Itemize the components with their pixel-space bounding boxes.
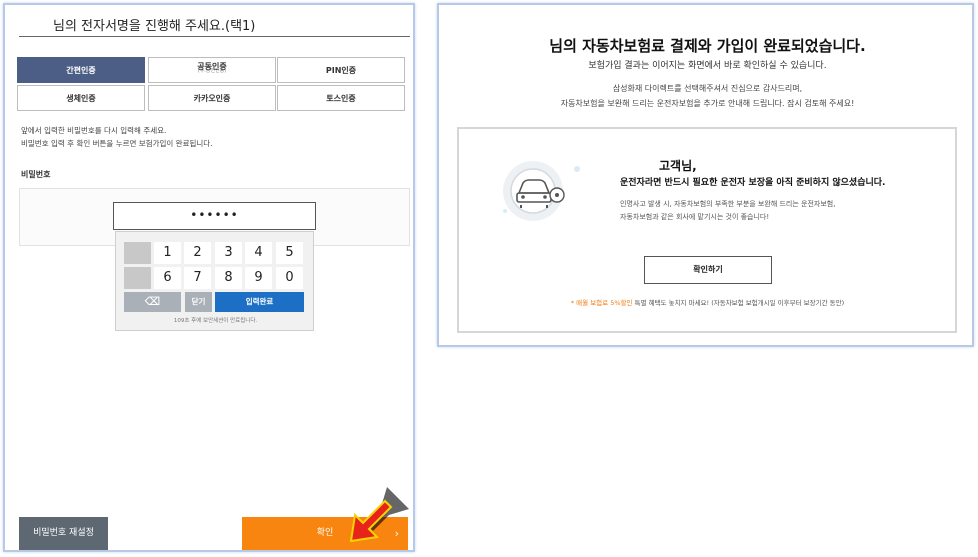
page-title: 님의 전자서명을 진행해 주세요.(택1) [53, 19, 256, 34]
reset-password-button[interactable]: 비밀번호 재설정 [19, 517, 108, 550]
keypad-close-button[interactable]: 닫기 [185, 292, 212, 312]
keypad-done-button[interactable]: 입력완료 [215, 292, 304, 312]
tab-joint-cert[interactable]: 공동인증 (구.공인인증) [148, 57, 276, 83]
keypad-key-6[interactable]: 6 [154, 267, 181, 289]
tab-biometric-auth[interactable]: 생체인증 [17, 85, 145, 111]
keypad-key-2[interactable]: 2 [184, 242, 211, 264]
keypad-blank-key [124, 267, 151, 289]
keypad-key-1[interactable]: 1 [154, 242, 181, 264]
confirm-button-label: 확인 [316, 528, 334, 538]
tab-kakao-auth[interactable]: 카카오인증 [148, 85, 276, 111]
promo-notice: * 매월 보험료 5%할인 특별 혜택도 놓치지 마세요! (자동차보험 보험개… [439, 297, 976, 307]
keypad-key-5[interactable]: 5 [276, 242, 303, 264]
promo-highlight: * 매월 보험료 5%할인 [570, 299, 633, 307]
keypad-blank-key [124, 242, 151, 264]
keypad-key-3[interactable]: 3 [215, 242, 242, 264]
keypad-key-8[interactable]: 8 [215, 267, 242, 289]
customer-greeting: 고객님, [659, 159, 697, 173]
tab-toss-auth[interactable]: 토스인증 [277, 85, 405, 111]
red-pointer-arrow-icon [349, 487, 409, 543]
completion-panel: 님의 자동차보험료 결제와 가입이 완료되었습니다. 보험가입 결과는 이어지는… [437, 3, 974, 347]
tab-joint-cert-sublabel: (구.공인인증) [197, 68, 227, 74]
password-label: 비밀번호 [21, 170, 51, 179]
tab-pin-auth[interactable]: PIN인증 [277, 57, 405, 83]
signature-panel: 님의 전자서명을 진행해 주세요.(택1) 간편인증 공동인증 (구.공인인증)… [3, 3, 415, 552]
keypad-key-4[interactable]: 4 [245, 242, 272, 264]
keypad-key-7[interactable]: 7 [184, 267, 211, 289]
backspace-icon: ⌫ [144, 295, 161, 308]
title-divider [19, 36, 410, 37]
session-timer-note: 109초 후에 보안세션이 만료됩니다. [173, 318, 258, 324]
driver-insurance-desc-2: 자동차보험과 같은 회사에 맡기시는 것이 좋습니다! [620, 213, 770, 221]
keypad-key-0[interactable]: 0 [276, 267, 303, 289]
promo-text: 특별 혜택도 놓치지 마세요! (자동차보험 보험개시일 이후부터 보장기간 동… [632, 299, 845, 307]
backspace-key[interactable]: ⌫ [124, 292, 181, 312]
driver-insurance-desc-1: 인명사고 발생 시, 자동차보험의 부족한 부분을 보완해 드리는 운전자보험, [620, 200, 836, 208]
thanks-line-2: 자동차보험을 보완해 드리는 운전자보험을 추가로 안내해 드립니다. 잠시 검… [560, 99, 855, 108]
notice-line-1: 앞에서 입력한 비밀번호를 다시 입력해 주세요. [21, 126, 167, 135]
check-button[interactable]: 확인하기 [644, 256, 772, 284]
car-icon [503, 161, 580, 221]
notice-line-2: 비밀번호 입력 후 확인 버튼을 누르면 보험가입이 완료됩니다. [21, 139, 213, 148]
keypad-key-9[interactable]: 9 [245, 267, 272, 289]
completion-title: 님의 자동차보험료 결제와 가입이 완료되었습니다. [549, 37, 866, 55]
driver-insurance-headline: 운전자라면 반드시 필요한 운전자 보장을 아직 준비하지 않으셨습니다. [620, 178, 886, 188]
completion-subtitle: 보험가입 결과는 이어지는 화면에서 바로 확인하실 수 있습니다. [588, 61, 827, 71]
thanks-line-1: 삼성화재 다이렉트를 선택해주셔서 진심으로 감사드리며, [612, 84, 803, 93]
password-input[interactable]: •••••• [113, 202, 316, 230]
secure-keypad: 1 2 3 4 5 6 7 8 9 0 ⌫ 닫기 입력완료 109초 후에 보안… [115, 231, 314, 331]
tab-simple-auth[interactable]: 간편인증 [17, 57, 145, 83]
